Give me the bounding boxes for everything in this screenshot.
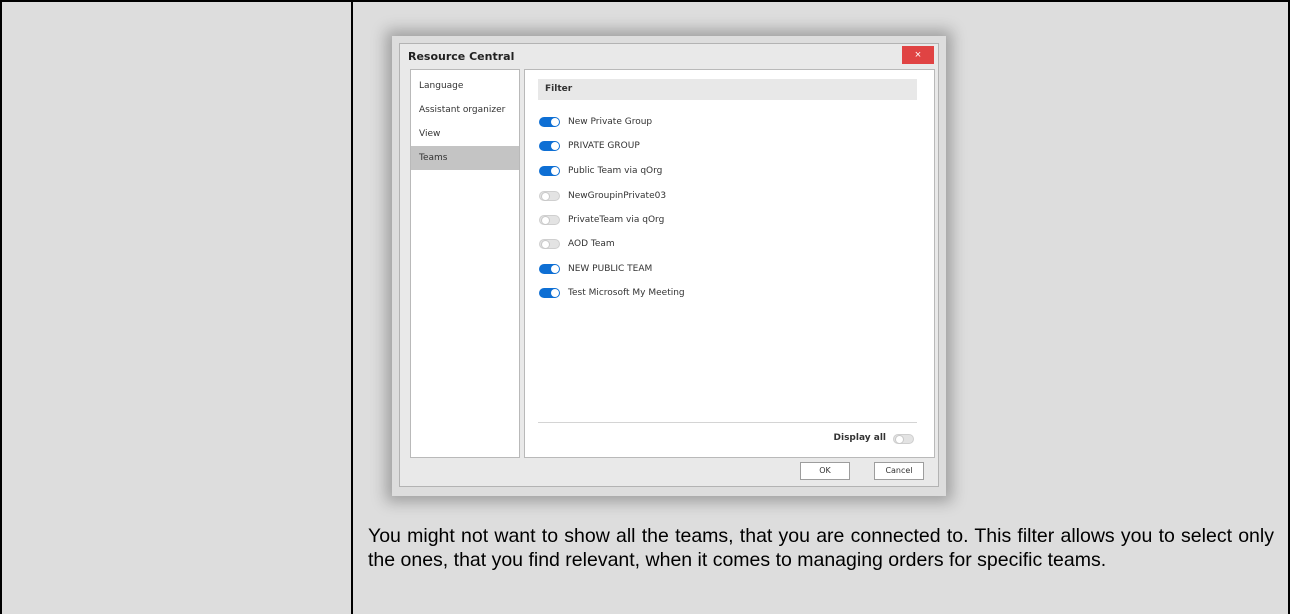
toggle-knob: [551, 118, 559, 126]
settings-nav: Language Assistant organizer View Teams: [410, 69, 520, 458]
team-label: Public Team via qOrg: [568, 166, 663, 176]
toggle-knob: [541, 192, 550, 201]
display-all-toggle-wrap[interactable]: [893, 434, 914, 444]
team-label: AOD Team: [568, 239, 615, 249]
close-button[interactable]: ×: [902, 46, 934, 64]
team-toggle[interactable]: [539, 239, 560, 249]
toggle-knob: [551, 265, 559, 273]
team-toggle[interactable]: [539, 191, 560, 201]
team-toggle[interactable]: [539, 141, 560, 151]
team-label: NEW PUBLIC TEAM: [568, 264, 653, 274]
nav-item-view[interactable]: View: [411, 122, 519, 146]
toggle-knob: [551, 289, 559, 297]
table-cell-left: [2, 2, 351, 614]
toggle-knob: [551, 167, 559, 175]
nav-item-assistant-organizer[interactable]: Assistant organizer: [411, 98, 519, 122]
team-toggle[interactable]: [539, 215, 560, 225]
team-toggle[interactable]: [539, 166, 560, 176]
table-border-left: [0, 0, 2, 614]
display-all-toggle[interactable]: [893, 434, 914, 444]
nav-item-teams[interactable]: Teams: [411, 146, 519, 170]
divider: [538, 422, 917, 423]
team-toggle[interactable]: [539, 117, 560, 127]
team-label: Test Microsoft My Meeting: [568, 288, 685, 298]
ok-button[interactable]: OK: [800, 462, 850, 480]
nav-item-language[interactable]: Language: [411, 74, 519, 98]
cancel-button[interactable]: Cancel: [874, 462, 924, 480]
team-label: PRIVATE GROUP: [568, 141, 640, 151]
team-label: PrivateTeam via qOrg: [568, 215, 665, 225]
dialog-title: Resource Central: [408, 50, 515, 63]
table-border-middle: [351, 0, 353, 614]
team-label: New Private Group: [568, 117, 653, 127]
display-all-label: Display all: [833, 433, 886, 443]
team-toggle[interactable]: [539, 288, 560, 298]
description-text: You might not want to show all the teams…: [368, 525, 1274, 571]
team-toggle[interactable]: [539, 264, 560, 274]
settings-dialog: Resource Central × Language Assistant or…: [399, 43, 939, 487]
filter-header: Filter: [538, 79, 917, 100]
teams-panel: Filter New Private Group PRIVATE GROUP P…: [524, 69, 935, 458]
toggle-knob: [551, 142, 559, 150]
toggle-knob: [895, 435, 904, 444]
toggle-knob: [541, 240, 550, 249]
toggle-knob: [541, 216, 550, 225]
team-label: NewGroupinPrivate03: [568, 191, 667, 201]
